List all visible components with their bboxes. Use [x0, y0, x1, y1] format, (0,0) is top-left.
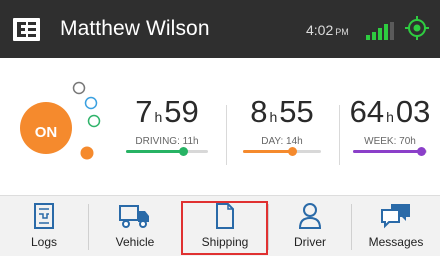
day-progress-knob: [288, 147, 298, 156]
nav-label-logs: Logs: [30, 235, 58, 249]
day-metric: 8 h55 DAY: 14h: [243, 95, 321, 165]
logs-icon: [34, 203, 54, 229]
clock-ampm: PM: [335, 27, 349, 37]
nav-label-vehicle: Vehicle: [115, 235, 155, 249]
driving-metric: 7 h59 DRIVING: 11h: [126, 95, 208, 165]
clock-time: 4:02: [306, 22, 334, 38]
week-value: 64 h03: [349, 94, 431, 129]
clock: 4:02 PM: [306, 22, 349, 38]
driver-name: Matthew Wilson: [60, 17, 210, 40]
driving-value: 7 h59: [135, 94, 199, 129]
day-progress-fill: [243, 150, 293, 153]
eld-logo-icon[interactable]: [13, 18, 40, 41]
duty-status-label: ON: [34, 124, 58, 141]
hos-status-panel: ON 7 h59 DRIVING: 11h 8 h55 DAY: 14h 64 h03…: [0, 58, 440, 195]
week-caption: WEEK: 70h: [364, 136, 416, 147]
driving-progress-knob: [178, 147, 188, 156]
week-progress-bar: [353, 147, 427, 156]
nav-item-logs[interactable]: Logs: [0, 196, 88, 256]
selected-nav-highlight: [181, 201, 268, 255]
nav-label-driver: Driver: [294, 235, 326, 249]
metric-separator: [226, 105, 227, 165]
app-header: Matthew Wilson 4:02 PM: [0, 0, 440, 58]
nav-item-driver[interactable]: Driver: [269, 196, 351, 256]
chat-icon: [381, 204, 410, 229]
day-progress-bar: [243, 147, 321, 156]
signal-bars-icon: [366, 22, 394, 40]
metric-separator: [339, 105, 340, 165]
driving-caption: DRIVING: 11h: [135, 136, 199, 147]
gps-locate-icon[interactable]: [405, 16, 429, 40]
day-caption: DAY: 14h: [261, 136, 303, 147]
week-metric: 64 h03 WEEK: 70h: [347, 95, 433, 165]
nav-item-vehicle[interactable]: Vehicle: [89, 196, 181, 256]
driving-progress-fill: [126, 150, 184, 153]
week-progress-knob: [416, 147, 426, 156]
driving-progress-bar: [126, 147, 208, 156]
day-value: 8 h55: [250, 94, 314, 129]
nav-label-messages: Messages: [368, 235, 424, 249]
person-icon: [298, 203, 322, 229]
nav-item-messages[interactable]: Messages: [352, 196, 440, 256]
truck-icon: [119, 205, 149, 228]
week-progress-fill: [353, 150, 422, 153]
